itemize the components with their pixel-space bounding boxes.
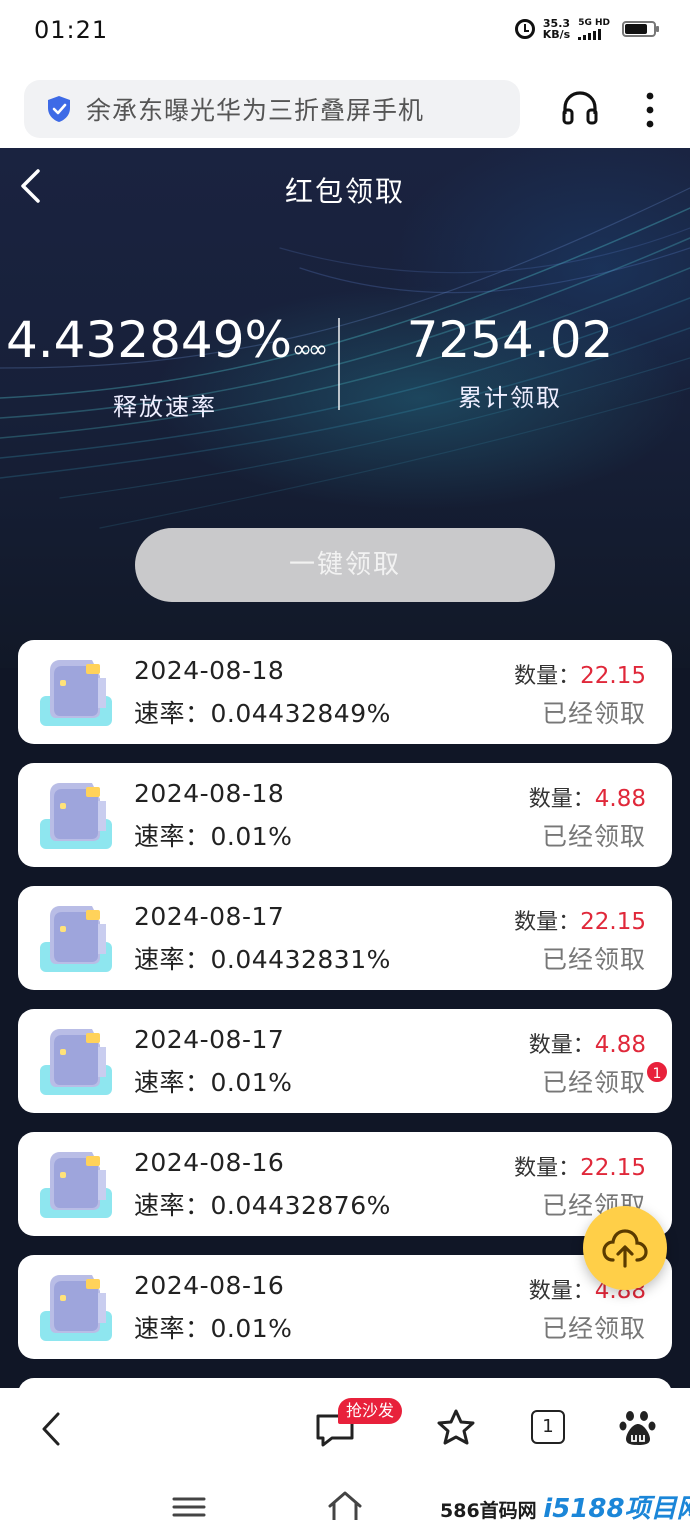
record-quantity: 数量：4.88 bbox=[529, 781, 646, 813]
record-date: 2024-08-18 bbox=[134, 656, 285, 685]
comment-badge: 抢沙发 bbox=[338, 1398, 403, 1424]
record-card[interactable]: 2024-08-17 速率：0.04432831% 数量：22.15 已经领取 bbox=[18, 886, 672, 990]
record-card[interactable]: 2024-08-17 速率：0.01% 数量：4.88 已经领取 bbox=[18, 1009, 672, 1113]
record-quantity-value: 4.88 bbox=[594, 786, 646, 812]
record-quantity: 数量：4.88 bbox=[529, 1027, 646, 1059]
record-date: 2024-08-18 bbox=[134, 779, 285, 808]
record-status: 已经领取 bbox=[541, 822, 646, 851]
record-quantity: 数量：22.15 bbox=[514, 658, 646, 690]
shield-icon bbox=[48, 96, 70, 122]
net-speed-unit: KB/s bbox=[542, 28, 571, 41]
record-quantity-value: 22.15 bbox=[580, 909, 646, 935]
page-header: 红包领取 bbox=[0, 148, 690, 228]
stat-divider bbox=[338, 318, 340, 410]
alarm-icon bbox=[514, 19, 535, 39]
browser-bar: 余承东曝光华为三折叠屏手机 bbox=[0, 66, 690, 148]
wallet-icon bbox=[40, 1152, 112, 1218]
record-quantity: 数量：22.15 bbox=[514, 1150, 646, 1182]
record-status: 已经领取 bbox=[541, 1314, 646, 1343]
back-icon[interactable] bbox=[38, 1410, 64, 1448]
wallet-icon bbox=[40, 1029, 112, 1095]
record-card[interactable]: 2024-08-16 速率：0.04432876% 数量：22.15 已经领取 bbox=[18, 1132, 672, 1236]
wallet-icon bbox=[40, 660, 112, 726]
record-quantity-label: 数量： bbox=[528, 787, 595, 812]
wallet-icon bbox=[40, 783, 112, 849]
record-card[interactable]: 2024-08-16 速率：0.01% 数量：4.88 已经领取 bbox=[18, 1255, 672, 1359]
network-type: 5G HD bbox=[578, 18, 610, 28]
tabs-icon[interactable]: 1 bbox=[531, 1410, 565, 1444]
search-bar[interactable]: 余承东曝光华为三折叠屏手机 bbox=[24, 80, 520, 138]
record-rate: 速率：0.04432876% bbox=[134, 1191, 391, 1220]
total-claimed-label: 累计领取 bbox=[458, 384, 562, 412]
record-status: 已经领取 bbox=[541, 699, 646, 728]
record-quantity-value: 22.15 bbox=[580, 663, 646, 689]
record-rate: 速率：0.01% bbox=[134, 1068, 293, 1097]
stats-panel: 4.432849%∞∞ 释放速率 7254.02 累计领取 bbox=[0, 308, 690, 421]
baidu-paw-icon[interactable] bbox=[618, 1408, 658, 1448]
watermark-prefix: 586首码网 bbox=[440, 1500, 537, 1522]
record-rate: 速率：0.04432831% bbox=[134, 945, 391, 974]
menu-icon[interactable] bbox=[172, 1496, 206, 1518]
star-icon[interactable] bbox=[436, 1408, 476, 1448]
total-claimed-stat: 7254.02 累计领取 bbox=[345, 308, 675, 413]
record-quantity-label: 数量： bbox=[514, 910, 581, 935]
watermark: 586首码网 i5188项目网 bbox=[440, 1488, 690, 1525]
wallet-icon bbox=[40, 1275, 112, 1341]
record-quantity-value: 4.88 bbox=[594, 1032, 646, 1058]
release-rate-value: 4.432849% bbox=[5, 311, 293, 369]
status-bar: 01:21 35.3 KB/s 5G HD bbox=[0, 0, 690, 66]
battery-icon bbox=[622, 21, 659, 37]
record-card[interactable]: 2024-08-18 速率：0.01% 数量：4.88 已经领取 bbox=[18, 763, 672, 867]
record-quantity-label: 数量： bbox=[528, 1033, 595, 1058]
record-rate: 速率：0.01% bbox=[134, 822, 293, 851]
record-date: 2024-08-17 bbox=[134, 902, 285, 931]
record-card[interactable]: 2024-08-18 速率：0.04432849% 数量：22.15 已经领取 bbox=[18, 640, 672, 744]
wallet-icon bbox=[40, 906, 112, 972]
record-rate: 速率：0.01% bbox=[134, 1314, 293, 1343]
system-nav-bar: 586首码网 i5188项目网 bbox=[0, 1468, 690, 1524]
search-text: 余承东曝光华为三折叠屏手机 bbox=[86, 96, 425, 125]
net-speed: 35.3 KB/s bbox=[543, 18, 570, 40]
more-icon[interactable] bbox=[640, 90, 660, 130]
record-quantity-label: 数量： bbox=[528, 1279, 595, 1304]
record-card-partial bbox=[18, 1378, 672, 1388]
record-status: 已经领取 bbox=[541, 1068, 646, 1097]
record-quantity-label: 数量： bbox=[514, 1156, 581, 1181]
release-rate-sub: ∞∞ bbox=[292, 335, 328, 363]
cloud-upload-icon bbox=[602, 1229, 648, 1268]
headphone-icon[interactable] bbox=[560, 88, 600, 128]
record-status: 已经领取 bbox=[541, 945, 646, 974]
record-date: 2024-08-16 bbox=[134, 1271, 285, 1300]
record-quantity-label: 数量： bbox=[514, 664, 581, 689]
record-rate: 速率：0.04432849% bbox=[134, 699, 391, 728]
fab-badge: 1 bbox=[645, 1060, 669, 1084]
upload-fab[interactable] bbox=[583, 1206, 667, 1290]
status-time: 01:21 bbox=[34, 16, 109, 44]
record-quantity: 数量：22.15 bbox=[514, 904, 646, 936]
record-date: 2024-08-17 bbox=[134, 1025, 285, 1054]
release-rate-stat: 4.432849%∞∞ 释放速率 bbox=[0, 308, 330, 422]
signal-icon: 5G HD bbox=[578, 18, 610, 40]
red-packet-page: 红包领取 4.432849%∞∞ 释放速率 7254.02 累计领取 一键领取 … bbox=[0, 148, 690, 1388]
status-icons: 35.3 KB/s 5G HD bbox=[514, 18, 659, 40]
home-icon[interactable] bbox=[326, 1490, 364, 1520]
record-date: 2024-08-16 bbox=[134, 1148, 285, 1177]
total-claimed-value: 7254.02 bbox=[406, 311, 614, 369]
claim-all-button[interactable]: 一键领取 bbox=[135, 528, 555, 602]
record-quantity-value: 22.15 bbox=[580, 1155, 646, 1181]
page-title: 红包领取 bbox=[284, 175, 405, 208]
release-rate-label: 释放速率 bbox=[113, 393, 217, 421]
bottom-toolbar: 抢沙发 1 bbox=[0, 1388, 690, 1468]
record-list: 2024-08-18 速率：0.04432849% 数量：22.15 已经领取 … bbox=[18, 640, 672, 1388]
